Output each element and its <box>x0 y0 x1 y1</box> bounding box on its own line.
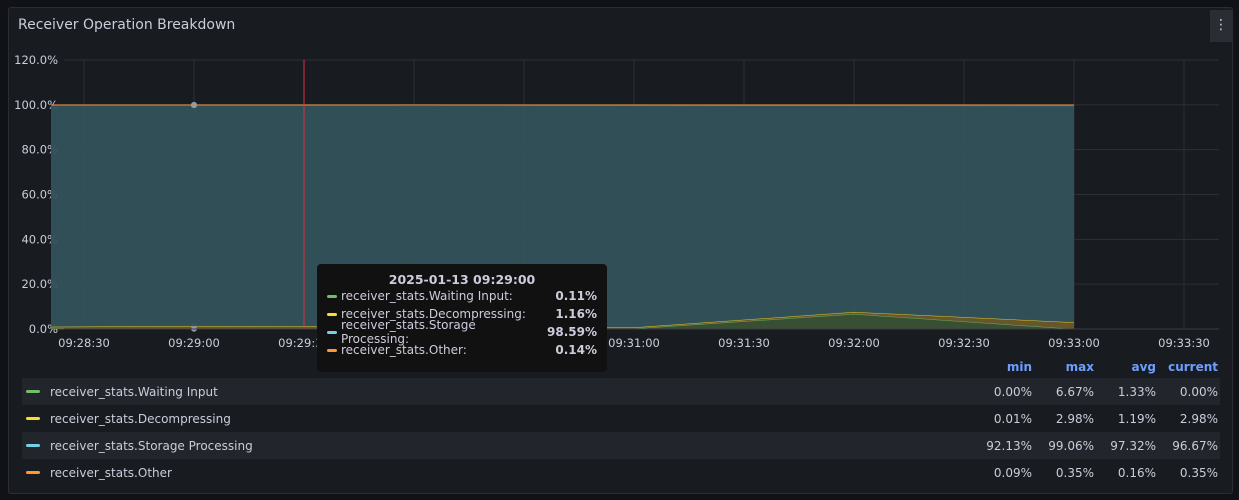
tooltip-value: 0.14% <box>555 343 597 357</box>
legend-row[interactable]: receiver_stats.Waiting Input 0.00% 6.67% 1.… <box>22 378 1220 405</box>
legend-max: 99.06% <box>1048 438 1094 453</box>
series-swatch <box>26 444 40 447</box>
tooltip-row: receiver_stats.Waiting Input: 0.11% <box>317 287 607 305</box>
chart[interactable]: 0.0%20.0%40.0%60.0%80.0%100.0%120.0%09:2… <box>9 8 1232 358</box>
legend-min: 0.00% <box>993 384 1032 399</box>
legend-row[interactable]: receiver_stats.Decompressing 0.01% 2.98% 1.… <box>22 405 1220 432</box>
x-tick-label: 09:33:00 <box>1048 336 1100 350</box>
tooltip-label: receiver_stats.Storage Processing: <box>340 318 476 346</box>
legend-row[interactable]: receiver_stats.Other 0.09% 0.35% 0.16% 0.35% <box>22 459 1220 486</box>
tooltip-value: 0.11% <box>555 289 597 303</box>
x-tick-label: 09:32:30 <box>938 336 990 350</box>
tooltip-row: receiver_stats.Storage Processing: 98.59% <box>317 318 607 346</box>
series-swatch <box>327 294 337 298</box>
legend-min: 0.01% <box>993 411 1032 426</box>
legend-name[interactable]: receiver_stats.Decompressing <box>50 412 972 426</box>
series-swatch <box>327 348 337 352</box>
legend-current: 96.67% <box>1172 438 1218 453</box>
legend-header-min[interactable]: min <box>972 360 1034 378</box>
series-swatch <box>26 390 40 393</box>
x-tick-label: 09:29:00 <box>168 336 220 350</box>
legend-min: 92.13% <box>986 438 1032 453</box>
x-tick-label: 09:32:00 <box>828 336 880 350</box>
legend-avg: 1.19% <box>1117 411 1156 426</box>
legend-max: 0.35% <box>1055 465 1094 480</box>
series-swatch <box>327 330 337 334</box>
tooltip-value: 1.16% <box>555 307 597 321</box>
legend-max: 2.98% <box>1055 411 1094 426</box>
legend-name[interactable]: receiver_stats.Waiting Input <box>50 385 972 399</box>
legend-row[interactable]: receiver_stats.Storage Processing 92.13% 9… <box>22 432 1220 459</box>
x-tick-label: 09:33:30 <box>1158 336 1210 350</box>
tooltip-row: receiver_stats.Other: 0.14% <box>317 341 607 359</box>
legend-current: 0.00% <box>1179 384 1218 399</box>
legend-header-max[interactable]: max <box>1034 360 1096 378</box>
series-swatch <box>26 471 40 474</box>
tooltip: 2025-01-13 09:29:00 receiver_stats.Waiti… <box>317 264 607 372</box>
legend-min: 0.09% <box>993 465 1032 480</box>
legend-header-current[interactable]: current <box>1158 360 1220 378</box>
legend-name[interactable]: receiver_stats.Storage Processing <box>50 439 972 453</box>
series-swatch <box>327 312 337 316</box>
legend-avg: 1.33% <box>1117 384 1156 399</box>
legend-current: 0.35% <box>1179 465 1218 480</box>
legend-avg: 97.32% <box>1110 438 1156 453</box>
x-tick-label: 09:28:30 <box>58 336 110 350</box>
series-point <box>191 101 197 108</box>
legend-name[interactable]: receiver_stats.Other <box>50 466 972 480</box>
legend-current: 2.98% <box>1179 411 1218 426</box>
tooltip-label: receiver_stats.Waiting Input: <box>341 289 513 303</box>
tooltip-value: 98.59% <box>547 325 597 339</box>
legend-header-avg[interactable]: avg <box>1096 360 1158 378</box>
x-tick-label: 09:31:30 <box>718 336 770 350</box>
y-tick-label: 120.0% <box>14 53 58 67</box>
tooltip-time: 2025-01-13 09:29:00 <box>388 272 536 287</box>
legend-max: 6.67% <box>1055 384 1094 399</box>
legend-avg: 0.16% <box>1117 465 1156 480</box>
panel: Receiver Operation Breakdown ⋮ 0.0% 20.0%… <box>8 7 1233 494</box>
tooltip-label: receiver_stats.Other: <box>341 343 467 357</box>
legend: min max avg current receiver_stats.Waiti… <box>22 360 1220 486</box>
x-tick-label: 09:31:00 <box>608 336 660 350</box>
series-swatch <box>26 417 40 420</box>
